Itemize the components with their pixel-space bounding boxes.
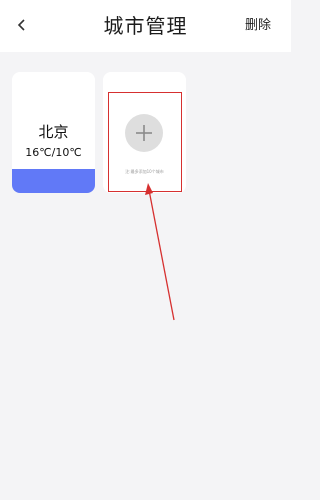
plus-icon — [136, 125, 152, 141]
city-temperature: 16℃/10℃ — [25, 146, 82, 159]
delete-button[interactable]: 删除 — [245, 16, 271, 36]
city-name: 北京 — [38, 123, 69, 141]
add-city-card[interactable]: 注:最多添加10个城市 — [103, 72, 186, 193]
header-bar: 城市管理 删除 — [0, 0, 291, 52]
city-card-bar — [12, 169, 95, 193]
add-city-hint: 注:最多添加10个城市 — [125, 169, 164, 174]
add-city-button[interactable] — [125, 114, 163, 152]
city-card-beijing[interactable]: 北京 16℃/10℃ — [12, 72, 95, 193]
